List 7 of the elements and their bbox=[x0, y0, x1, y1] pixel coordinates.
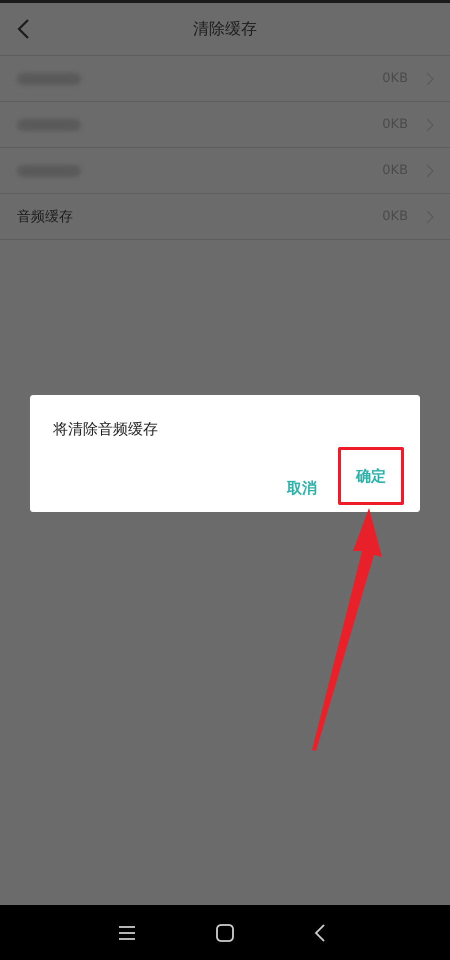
dialog-button[interactable]: 取消 bbox=[284, 459, 320, 517]
highlighted-dialog-button[interactable]: 确定 bbox=[338, 447, 404, 505]
menu-icon[interactable] bbox=[119, 926, 135, 940]
dialog-message: 将清除音频缓存 bbox=[53, 420, 159, 439]
page-title: 清除缓存 bbox=[193, 18, 257, 40]
home-icon[interactable] bbox=[216, 924, 234, 942]
row-label: 音频缓存 bbox=[17, 208, 73, 226]
